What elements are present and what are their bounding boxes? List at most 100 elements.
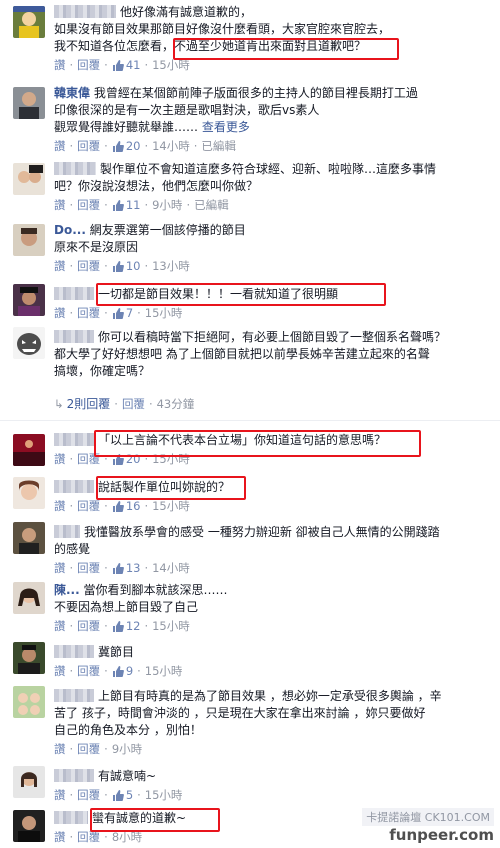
comment-actions: 讚 · 回覆 · 12 · 15小時 bbox=[54, 618, 492, 637]
commenter-name[interactable] bbox=[54, 525, 80, 538]
reply-link[interactable]: 回覆 bbox=[122, 397, 145, 411]
reply-link[interactable]: 回覆 bbox=[77, 830, 100, 844]
like-count[interactable]: 20 bbox=[126, 452, 141, 466]
comment-time[interactable]: 15小時 bbox=[152, 58, 190, 72]
avatar[interactable] bbox=[13, 582, 45, 614]
avatar[interactable] bbox=[13, 686, 45, 718]
view-replies-link[interactable]: 2則回覆 bbox=[67, 397, 111, 411]
commenter-name[interactable] bbox=[54, 330, 94, 343]
comment-time[interactable]: 9小時 bbox=[112, 742, 142, 756]
comment-text-line: 我不知道各位怎麼看，不過至少她道肯出來面對且道歉吧？ bbox=[54, 39, 367, 53]
like-link[interactable]: 讚 bbox=[54, 830, 66, 844]
like-link[interactable]: 讚 bbox=[54, 788, 66, 802]
like-count[interactable]: 12 bbox=[126, 619, 141, 633]
avatar[interactable] bbox=[13, 522, 45, 554]
avatar[interactable] bbox=[13, 766, 45, 798]
like-count[interactable]: 41 bbox=[126, 58, 141, 72]
comment-time[interactable]: 15小時 bbox=[145, 664, 183, 678]
avatar[interactable] bbox=[13, 163, 45, 195]
comment-time[interactable]: 9小時 bbox=[152, 198, 182, 212]
commenter-name[interactable] bbox=[54, 811, 88, 824]
comment-actions: 讚 · 回覆 · 9 · 15小時 bbox=[54, 663, 492, 682]
comment-time[interactable]: 43分鐘 bbox=[157, 397, 195, 411]
like-count[interactable]: 20 bbox=[126, 139, 141, 153]
commenter-name[interactable] bbox=[54, 769, 94, 782]
commenter-name[interactable] bbox=[54, 433, 94, 446]
like-count[interactable]: 9 bbox=[126, 664, 133, 678]
like-link[interactable]: 讚 bbox=[54, 139, 66, 153]
comment-text-line: 他好像滿有誠意道歉的， bbox=[120, 5, 253, 19]
like-link[interactable]: 讚 bbox=[54, 58, 66, 72]
commenter-name[interactable] bbox=[54, 5, 116, 18]
like-link[interactable]: 讚 bbox=[54, 619, 66, 633]
see-more-link[interactable]: 查看更多 bbox=[202, 120, 250, 134]
comment-text-line: 的感覺 bbox=[54, 542, 91, 556]
commenter-name[interactable] bbox=[54, 689, 94, 702]
commenter-name[interactable]: 韓東偉 bbox=[54, 86, 90, 100]
like-count[interactable]: 16 bbox=[126, 499, 141, 513]
like-link[interactable]: 讚 bbox=[54, 499, 66, 513]
avatar[interactable] bbox=[13, 284, 45, 316]
reply-link[interactable]: 回覆 bbox=[77, 561, 100, 575]
reply-link[interactable]: 回覆 bbox=[77, 742, 100, 756]
comment-actions: 讚 · 回覆 · 13 · 14小時 bbox=[54, 560, 492, 579]
like-count[interactable]: 7 bbox=[126, 306, 133, 320]
thumbs-up-icon bbox=[112, 789, 124, 806]
thumbs-up-icon bbox=[112, 562, 124, 579]
commenter-name[interactable] bbox=[54, 162, 96, 175]
comment-time[interactable]: 15小時 bbox=[145, 788, 183, 802]
commenter-name[interactable] bbox=[54, 645, 94, 658]
comment-time[interactable]: 8小時 bbox=[112, 830, 142, 844]
comment-text-line: 你可以看稿時當下拒絕阿，有必要上個節目毀了一整個系名聲嗎？ bbox=[98, 330, 447, 344]
reply-link[interactable]: 回覆 bbox=[77, 499, 100, 513]
comment-time[interactable]: 13小時 bbox=[152, 259, 190, 273]
avatar[interactable] bbox=[13, 810, 45, 842]
like-count[interactable]: 13 bbox=[126, 561, 141, 575]
reply-link[interactable]: 回覆 bbox=[77, 306, 100, 320]
like-count[interactable]: 10 bbox=[126, 259, 141, 273]
thumbs-up-icon bbox=[112, 260, 124, 277]
comment-text-line: 上節目有時真的是為了節目效果 ，想必妳一定承受很多輿論 ，辛 bbox=[98, 689, 442, 703]
like-link[interactable]: 讚 bbox=[54, 742, 66, 756]
comment-text-line: 吧？你沒說沒想法，他們怎麼叫你做？ bbox=[54, 179, 259, 193]
avatar[interactable] bbox=[13, 434, 45, 466]
reply-link[interactable]: 回覆 bbox=[77, 452, 100, 466]
reply-link[interactable]: 回覆 bbox=[77, 139, 100, 153]
comment-time[interactable]: 15小時 bbox=[145, 306, 183, 320]
commenter-name[interactable] bbox=[54, 480, 94, 493]
reply-link[interactable]: 回覆 bbox=[77, 619, 100, 633]
comment-actions: 讚 · 回覆 · 20 · 15小時 bbox=[54, 451, 492, 470]
avatar[interactable] bbox=[13, 6, 45, 38]
like-count[interactable]: 11 bbox=[126, 198, 141, 212]
reply-link[interactable]: 回覆 bbox=[77, 259, 100, 273]
comment-time[interactable]: 15小時 bbox=[152, 619, 190, 633]
like-link[interactable]: 讚 bbox=[54, 259, 66, 273]
reply-link[interactable]: 回覆 bbox=[77, 58, 100, 72]
comment-time[interactable]: 14小時 bbox=[152, 139, 190, 153]
avatar[interactable] bbox=[13, 224, 45, 256]
avatar[interactable] bbox=[13, 477, 45, 509]
like-count[interactable]: 5 bbox=[126, 788, 133, 802]
avatar[interactable] bbox=[13, 87, 45, 119]
avatar[interactable] bbox=[13, 327, 45, 359]
commenter-name[interactable] bbox=[54, 287, 94, 300]
comment-text-line: 自己的角色及本分 ，別怕！ bbox=[54, 723, 202, 737]
reply-link[interactable]: 回覆 bbox=[77, 664, 100, 678]
like-link[interactable]: 讚 bbox=[54, 561, 66, 575]
comment-time[interactable]: 14小時 bbox=[152, 561, 190, 575]
like-link[interactable]: 讚 bbox=[54, 664, 66, 678]
commenter-name[interactable]: 陳... bbox=[54, 583, 80, 597]
like-link[interactable]: 讚 bbox=[54, 452, 66, 466]
thumbs-up-icon bbox=[112, 620, 124, 637]
comment-time[interactable]: 15小時 bbox=[152, 452, 190, 466]
edited-label[interactable]: 已編輯 bbox=[201, 139, 236, 153]
like-link[interactable]: 讚 bbox=[54, 198, 66, 212]
comment-text-line: 搞壞，你確定嗎？ bbox=[54, 364, 151, 378]
avatar[interactable] bbox=[13, 642, 45, 674]
reply-link[interactable]: 回覆 bbox=[77, 788, 100, 802]
like-link[interactable]: 讚 bbox=[54, 306, 66, 320]
edited-label[interactable]: 已編輯 bbox=[194, 198, 229, 212]
comment-time[interactable]: 15小時 bbox=[152, 499, 190, 513]
reply-link[interactable]: 回覆 bbox=[77, 198, 100, 212]
commenter-name[interactable]: Do... bbox=[54, 223, 86, 237]
